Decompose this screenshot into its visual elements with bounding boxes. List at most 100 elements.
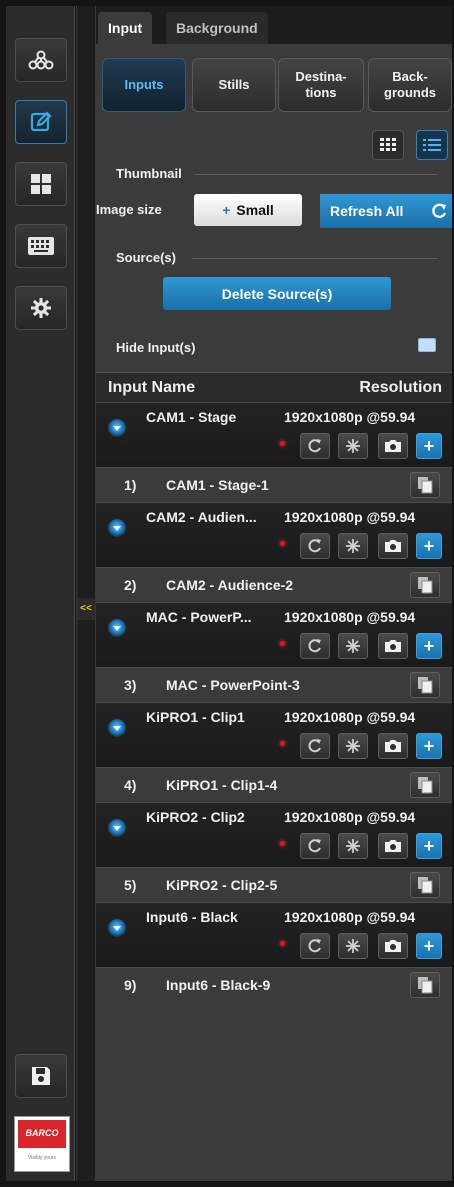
add-destination-button[interactable]: + — [416, 733, 442, 759]
segment-inputs-label: Inputs — [124, 77, 164, 92]
freeze-icon[interactable] — [338, 933, 368, 959]
copy-icon[interactable] — [410, 672, 440, 698]
source-resolution: 1920x1080p @59.94 — [284, 909, 416, 925]
freeze-icon[interactable] — [338, 433, 368, 459]
destination-number: 5) — [124, 877, 137, 893]
destination-row[interactable]: 3) MAC - PowerPoint-3 — [96, 667, 452, 702]
add-destination-button[interactable]: + — [416, 533, 442, 559]
source-row: KiPRO2 - Clip2 1920x1080p @59.94 + — [96, 802, 452, 867]
refresh-all-label: Refresh All — [330, 203, 404, 219]
sources-section-label: Source(s) — [116, 250, 176, 265]
delete-sources-button[interactable]: Delete Source(s) — [163, 277, 391, 310]
destination-number: 2) — [124, 577, 137, 593]
destination-name: KiPRO1 - Clip1-4 — [166, 777, 278, 793]
expand-toggle-icon[interactable] — [108, 419, 126, 437]
source-resolution: 1920x1080p @59.94 — [284, 609, 416, 625]
image-size-label: Image size — [96, 202, 162, 217]
add-destination-button[interactable]: + — [416, 433, 442, 459]
left-toolbar: BARCO Visibly yours — [6, 6, 75, 1181]
refresh-source-icon[interactable] — [300, 433, 330, 459]
segment-destinations-label: Destina- tions — [295, 69, 347, 100]
destination-name: CAM2 - Audience-2 — [166, 577, 294, 593]
source-name: Input6 - Black — [146, 909, 238, 925]
image-size-button[interactable]: + Small — [194, 194, 302, 226]
refresh-source-icon[interactable] — [300, 933, 330, 959]
list-view-icon[interactable] — [416, 130, 448, 160]
refresh-icon — [432, 203, 447, 219]
source-row: MAC - PowerP... 1920x1080p @59.94 + — [96, 602, 452, 667]
expand-toggle-icon[interactable] — [108, 919, 126, 937]
grid-view-icon[interactable] — [372, 130, 404, 160]
add-destination-button[interactable]: + — [416, 833, 442, 859]
source-row: CAM2 - Audien... 1920x1080p @59.94 + — [96, 502, 452, 567]
column-input-name: Input Name — [108, 379, 196, 396]
camera-icon[interactable] — [378, 433, 408, 459]
source-row: KiPRO1 - Clip1 1920x1080p @59.94 + — [96, 702, 452, 767]
expand-toggle-icon[interactable] — [108, 619, 126, 637]
expand-toggle-icon[interactable] — [108, 719, 126, 737]
camera-icon[interactable] — [378, 533, 408, 559]
camera-icon[interactable] — [378, 633, 408, 659]
segment-inputs[interactable]: Inputs — [102, 58, 186, 112]
segment-stills[interactable]: Stills — [192, 58, 276, 112]
source-resolution: 1920x1080p @59.94 — [284, 709, 416, 725]
freeze-icon[interactable] — [338, 833, 368, 859]
add-destination-button[interactable]: + — [416, 933, 442, 959]
refresh-all-button[interactable]: Refresh All — [320, 194, 452, 228]
status-indicator-icon — [280, 641, 285, 646]
copy-icon[interactable] — [410, 772, 440, 798]
refresh-source-icon[interactable] — [300, 533, 330, 559]
copy-icon[interactable] — [410, 872, 440, 898]
image-size-value: Small — [236, 202, 274, 218]
save-icon[interactable] — [15, 1054, 67, 1098]
thumbnail-section-label: Thumbnail — [116, 166, 182, 181]
edit-icon[interactable] — [15, 100, 67, 144]
logo-subtext: Visibly yours — [28, 1155, 56, 1161]
source-row: CAM1 - Stage 1920x1080p @59.94 + — [96, 402, 452, 467]
copy-icon[interactable] — [410, 472, 440, 498]
network-icon[interactable] — [15, 38, 67, 82]
copy-icon[interactable] — [410, 572, 440, 598]
copy-icon[interactable] — [410, 972, 440, 998]
freeze-icon[interactable] — [338, 633, 368, 659]
thumbnail-rule — [194, 174, 438, 175]
segment-destinations[interactable]: Destina- tions — [278, 58, 364, 112]
segment-stills-label: Stills — [218, 77, 250, 92]
destination-row[interactable]: 9) Input6 - Black-9 — [96, 967, 452, 1002]
logo-text: BARCO — [25, 1128, 59, 1138]
camera-icon[interactable] — [378, 733, 408, 759]
gear-icon[interactable] — [15, 286, 67, 330]
grid-layout-icon[interactable] — [15, 162, 67, 206]
refresh-source-icon[interactable] — [300, 633, 330, 659]
keyboard-icon[interactable] — [15, 224, 67, 268]
status-indicator-icon — [280, 741, 285, 746]
status-indicator-icon — [280, 841, 285, 846]
destination-row[interactable]: 1) CAM1 - Stage-1 — [96, 467, 452, 502]
expand-toggle-icon[interactable] — [108, 819, 126, 837]
status-indicator-icon — [280, 941, 285, 946]
freeze-icon[interactable] — [338, 733, 368, 759]
add-destination-button[interactable]: + — [416, 633, 442, 659]
top-tabs: Input Background — [96, 6, 452, 44]
column-resolution: Resolution — [359, 379, 442, 396]
segment-backgrounds[interactable]: Back- grounds — [368, 58, 452, 112]
destination-row[interactable]: 2) CAM2 - Audience-2 — [96, 567, 452, 602]
refresh-source-icon[interactable] — [300, 733, 330, 759]
freeze-icon[interactable] — [338, 533, 368, 559]
table-header: Input Name Resolution — [96, 372, 452, 403]
expand-toggle-icon[interactable] — [108, 519, 126, 537]
destination-number: 9) — [124, 977, 137, 993]
refresh-source-icon[interactable] — [300, 833, 330, 859]
collapse-panel-button[interactable]: << — [77, 598, 95, 620]
tab-input[interactable]: Input — [98, 12, 153, 44]
segment-backgrounds-label: Back- grounds — [384, 69, 436, 100]
hide-inputs-checkbox[interactable] — [418, 338, 436, 352]
tab-background[interactable]: Background — [166, 12, 268, 44]
destination-row[interactable]: 5) KiPRO2 - Clip2-5 — [96, 867, 452, 902]
destination-row[interactable]: 4) KiPRO1 - Clip1-4 — [96, 767, 452, 802]
sources-rule — [192, 258, 438, 259]
source-resolution: 1920x1080p @59.94 — [284, 509, 416, 525]
source-resolution: 1920x1080p @59.94 — [284, 809, 416, 825]
camera-icon[interactable] — [378, 933, 408, 959]
camera-icon[interactable] — [378, 833, 408, 859]
